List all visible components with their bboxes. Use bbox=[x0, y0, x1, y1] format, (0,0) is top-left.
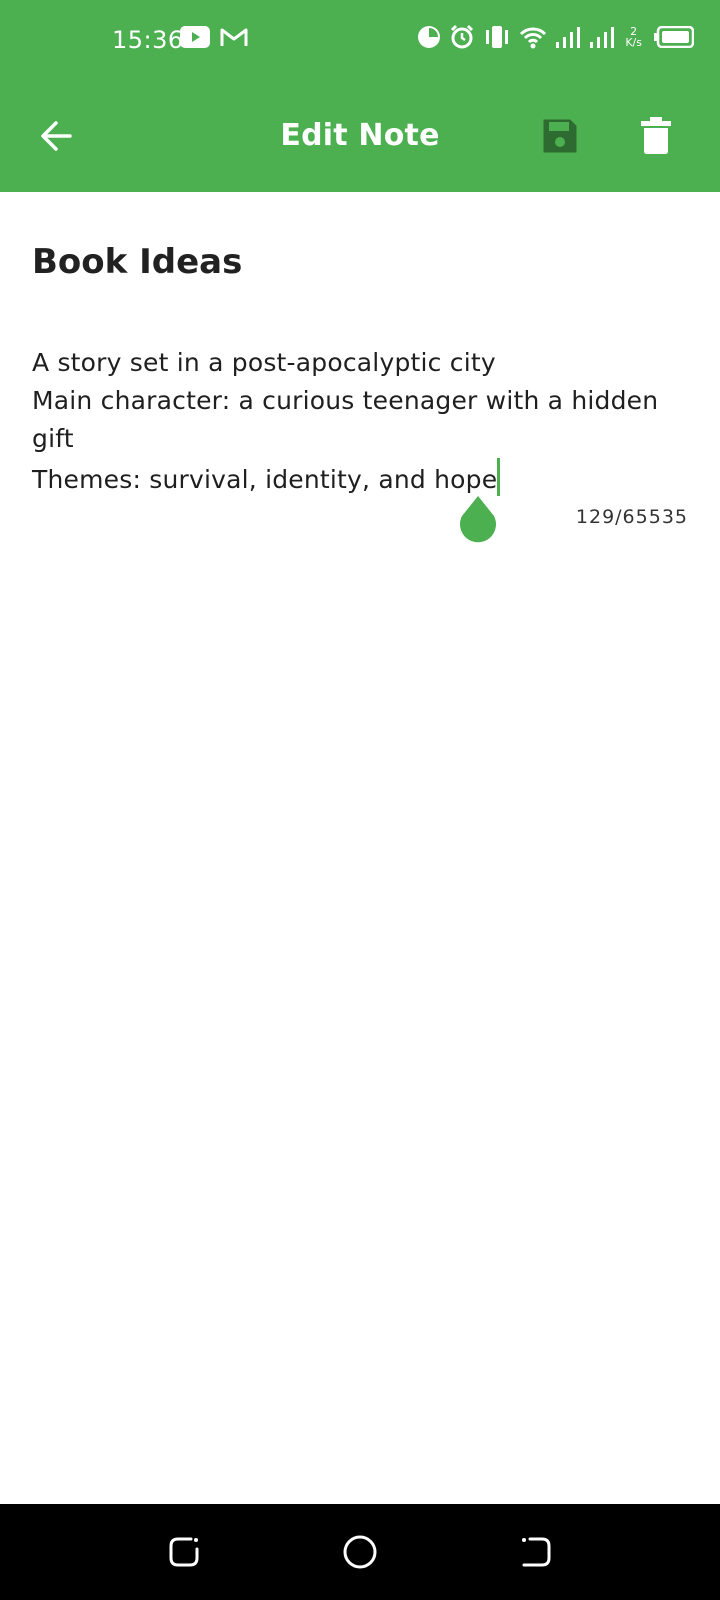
note-body-line-last: Themes: survival, identity, and hope bbox=[32, 458, 682, 499]
save-icon bbox=[543, 119, 577, 153]
note-title-input[interactable]: Book Ideas bbox=[32, 238, 682, 286]
signal-icon-2 bbox=[589, 26, 615, 48]
network-speed-unit: K/s bbox=[625, 36, 642, 49]
system-back-icon bbox=[522, 1537, 551, 1567]
home-button[interactable] bbox=[340, 1532, 380, 1572]
page-title: Edit Note bbox=[280, 118, 440, 153]
status-system-icons: 2 K/s bbox=[417, 24, 694, 50]
app-bar: Edit Note bbox=[0, 80, 720, 192]
data-saver-icon bbox=[417, 25, 441, 49]
wifi-icon bbox=[519, 25, 547, 49]
gmail-icon bbox=[220, 26, 248, 48]
youtube-icon bbox=[180, 26, 210, 48]
trash-icon bbox=[641, 117, 671, 154]
recent-apps-button[interactable] bbox=[164, 1532, 204, 1572]
note-body-line: A story set in a post-apocalyptic city bbox=[32, 348, 496, 377]
status-notification-icons bbox=[180, 26, 248, 48]
status-time: 15:36 bbox=[112, 26, 184, 54]
text-cursor bbox=[497, 458, 501, 496]
home-circle-icon bbox=[343, 1535, 377, 1569]
note-body-line: gift bbox=[32, 424, 74, 453]
system-back-button[interactable] bbox=[516, 1532, 556, 1572]
cursor-handle[interactable] bbox=[455, 494, 501, 550]
alarm-icon bbox=[449, 24, 475, 50]
vibrate-icon bbox=[483, 25, 511, 49]
note-body-line: Themes: survival, identity, and hope bbox=[32, 465, 498, 494]
recent-apps-icon bbox=[169, 1537, 199, 1567]
battery-icon bbox=[654, 26, 694, 48]
navigation-bar bbox=[0, 1504, 720, 1600]
network-speed: 2 K/s bbox=[625, 26, 642, 48]
note-body-input[interactable]: A story set in a post-apocalyptic city M… bbox=[32, 344, 682, 499]
delete-button[interactable] bbox=[632, 112, 680, 160]
header: 15:36 2 K/s Edit Note bbox=[0, 0, 720, 192]
save-button[interactable] bbox=[536, 112, 584, 160]
signal-icon-1 bbox=[555, 26, 581, 48]
status-bar: 15:36 2 K/s bbox=[0, 0, 720, 80]
note-body-line: Main character: a curious teenager with … bbox=[32, 386, 659, 415]
character-counter: 129/65535 bbox=[575, 506, 688, 528]
